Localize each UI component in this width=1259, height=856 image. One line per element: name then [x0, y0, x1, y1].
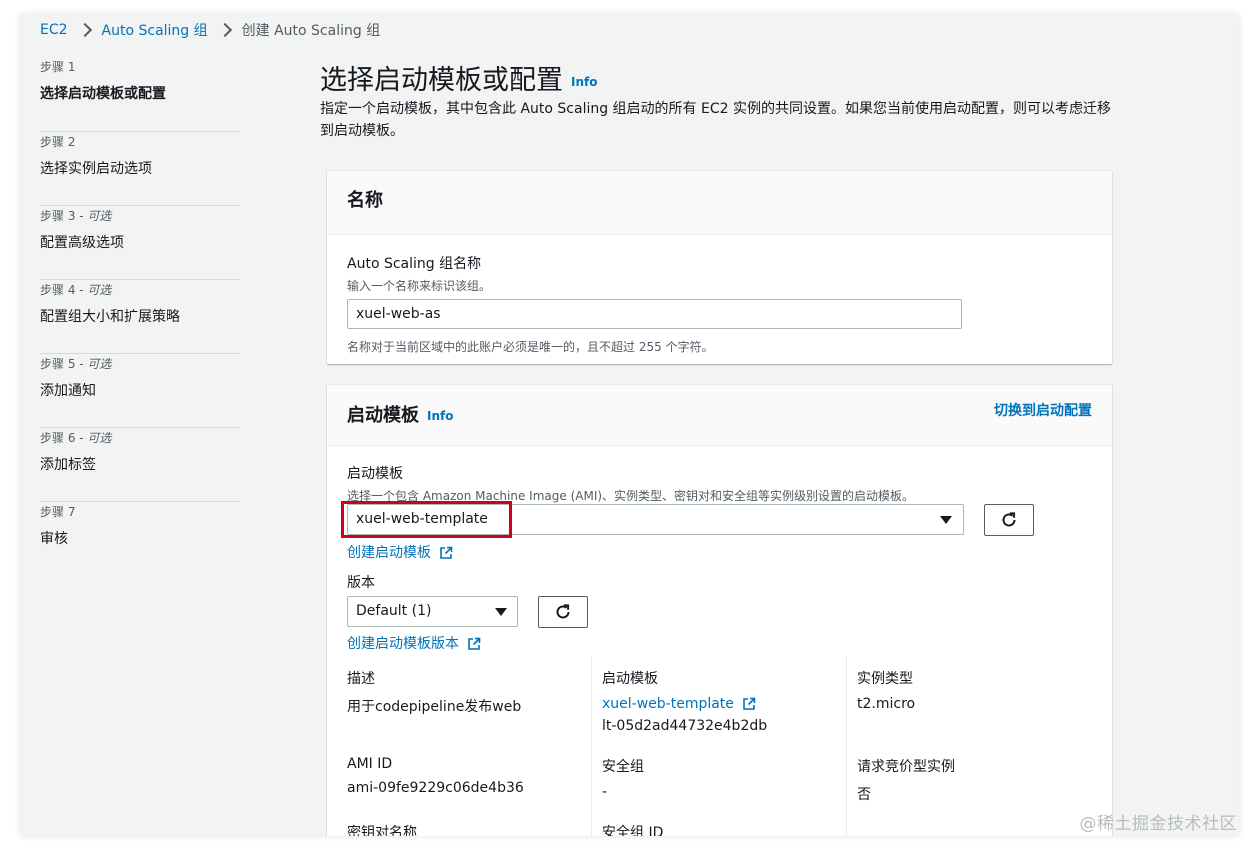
step-label: 配置高级选项	[40, 235, 124, 251]
step-number: 步骤 1	[40, 60, 76, 74]
caret-down-icon	[495, 608, 507, 616]
step-label: 选择启动模板或配置	[40, 86, 166, 102]
highlight-box	[341, 501, 512, 538]
detail-description: 描述 用于codepipeline发布web	[347, 668, 592, 716]
asg-name-field: Auto Scaling 组名称 输入一个名称来标识该组。 名称对于当前区域中的…	[347, 253, 962, 355]
detail-label: 启动模板	[602, 671, 658, 687]
step-number: 步骤 5 -	[40, 357, 88, 371]
launch-template-field: 启动模板 选择一个包含 Amazon Machine Image (AMI)、实…	[347, 463, 914, 504]
name-panel-header: 名称	[327, 171, 1112, 235]
page-info-link[interactable]: Info	[571, 75, 597, 89]
step-label: 选择实例启动选项	[40, 161, 152, 177]
chevron-right-icon	[217, 22, 232, 38]
detail-label: 安全组 ID	[602, 825, 664, 836]
caret-down-icon	[940, 516, 952, 524]
detail-value: -	[602, 784, 608, 800]
step-optional: 可选	[87, 283, 112, 297]
refresh-versions-button[interactable]	[538, 596, 588, 628]
detail-label: AMI ID	[347, 756, 393, 772]
create-version-link-wrap: 创建启动模板版本	[347, 633, 481, 653]
step-4: 步骤 4 - 可选 配置组大小和扩展策略	[40, 280, 240, 354]
asg-name-input[interactable]	[347, 299, 962, 329]
version-selected: Default (1)	[356, 603, 432, 619]
launch-template-heading: 启动模板	[347, 405, 419, 426]
step-optional: 可选	[87, 357, 112, 371]
step-6: 步骤 6 - 可选 添加标签	[40, 428, 240, 502]
detail-launch-template: 启动模板 xuel-web-template lt-05d2ad44732e4b…	[602, 668, 847, 734]
version-select[interactable]: Default (1)	[347, 596, 518, 627]
step-7: 步骤 7 审核	[40, 502, 240, 576]
step-number: 步骤 4 -	[40, 283, 88, 297]
step-2: 步骤 2 选择实例启动选项	[40, 132, 240, 206]
page-title: 选择启动模板或配置 Info	[320, 58, 597, 97]
detail-value: 用于codepipeline发布web	[347, 699, 522, 715]
console-window: EC2 Auto Scaling 组 创建 Auto Scaling 组 步骤 …	[20, 14, 1239, 836]
detail-value: ami-09fe9229c06de4b36	[347, 780, 524, 796]
name-panel-heading: 名称	[347, 190, 383, 211]
breadcrumb-ec2-link[interactable]: EC2	[40, 22, 68, 38]
external-link-icon	[440, 546, 453, 559]
step-label: 配置组大小和扩展策略	[40, 309, 180, 325]
step-label: 添加通知	[40, 383, 96, 399]
refresh-icon	[556, 604, 570, 619]
step-label: 添加标签	[40, 457, 96, 473]
step-label: 审核	[40, 531, 68, 547]
name-panel: 名称 Auto Scaling 组名称 输入一个名称来标识该组。 名称对于当前区…	[327, 171, 1112, 364]
refresh-templates-button[interactable]	[984, 504, 1034, 536]
switch-to-launch-config-link[interactable]: 切换到启动配置	[994, 385, 1092, 437]
launch-template-panel-header: 启动模板 Info 切换到启动配置	[327, 385, 1112, 446]
create-template-link-wrap: 创建启动模板	[347, 542, 453, 562]
step-optional: 可选	[87, 431, 112, 445]
detail-value: 否	[857, 787, 871, 803]
step-3: 步骤 3 - 可选 配置高级选项	[40, 206, 240, 280]
detail-ami-id: AMI ID ami-09fe9229c06de4b36	[347, 756, 592, 796]
asg-name-desc: 输入一个名称来标识该组。	[347, 279, 492, 293]
breadcrumb-asg-link[interactable]: Auto Scaling 组	[102, 20, 208, 40]
detail-security-group: 安全组 -	[602, 756, 847, 800]
external-link-icon	[468, 637, 481, 650]
asg-name-label: Auto Scaling 组名称	[347, 256, 482, 272]
detail-label: 安全组	[602, 759, 644, 775]
external-link-icon	[743, 697, 756, 710]
version-label: 版本	[347, 575, 375, 591]
create-launch-template-link[interactable]: 创建启动模板	[347, 545, 431, 561]
step-number: 步骤 7	[40, 505, 76, 519]
wizard-steps: 步骤 1 选择启动模板或配置 步骤 2 选择实例启动选项 步骤 3 - 可选 配…	[40, 58, 240, 576]
detail-security-group-id: 安全组 ID	[602, 822, 847, 836]
chevron-right-icon	[77, 22, 92, 38]
detail-key-pair: 密钥对名称	[347, 822, 592, 836]
detail-instance-type: 实例类型 t2.micro	[857, 668, 1102, 712]
launch-template-label: 启动模板	[347, 466, 403, 482]
detail-label: 密钥对名称	[347, 825, 417, 836]
page-description: 指定一个启动模板，其中包含此 Auto Scaling 组启动的所有 EC2 实…	[320, 101, 1111, 139]
step-optional: 可选	[87, 209, 112, 223]
detail-label: 实例类型	[857, 671, 913, 687]
asg-name-constraint: 名称对于当前区域中的此账户必须是唯一的，且不超过 255 个字符。	[347, 340, 714, 354]
detail-label: 描述	[347, 671, 375, 687]
step-number: 步骤 2	[40, 135, 76, 149]
create-template-version-link[interactable]: 创建启动模板版本	[347, 636, 459, 652]
page-title-text: 选择启动模板或配置	[320, 65, 563, 96]
launch-template-id: lt-05d2ad44732e4b2db	[602, 718, 768, 734]
launch-template-info-link[interactable]: Info	[427, 409, 453, 423]
step-number: 步骤 3 -	[40, 209, 88, 223]
step-1: 步骤 1 选择启动模板或配置	[40, 58, 240, 132]
detail-spot-request: 请求竞价型实例 否	[857, 756, 1102, 804]
detail-value: t2.micro	[857, 696, 916, 712]
detail-label: 请求竞价型实例	[857, 759, 955, 775]
launch-template-panel: 启动模板 Info 切换到启动配置 启动模板 选择一个包含 Amazon Mach…	[327, 385, 1112, 836]
step-5: 步骤 5 - 可选 添加通知	[40, 354, 240, 428]
breadcrumb-current: 创建 Auto Scaling 组	[241, 23, 381, 39]
step-number: 步骤 6 -	[40, 431, 88, 445]
refresh-icon	[1002, 512, 1016, 527]
watermark: @稀土掘金技术社区	[1079, 814, 1237, 834]
launch-template-detail-link[interactable]: xuel-web-template	[602, 696, 734, 712]
breadcrumb: EC2 Auto Scaling 组 创建 Auto Scaling 组	[40, 20, 380, 40]
